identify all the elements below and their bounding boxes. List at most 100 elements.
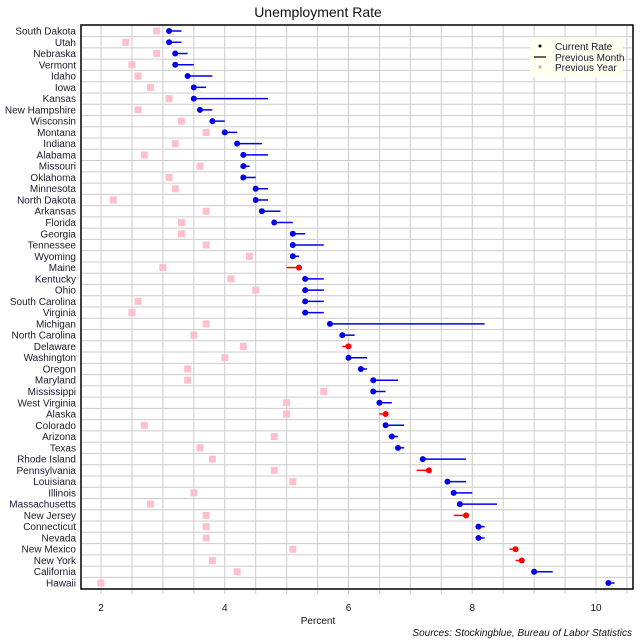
current-rate-dot	[456, 501, 463, 508]
state-label: Oklahoma	[30, 173, 76, 184]
state-label: Ohio	[55, 286, 77, 297]
previous-year-marker	[227, 275, 235, 283]
current-rate-dot	[240, 174, 247, 181]
previous-year-marker	[184, 376, 192, 384]
current-rate-dot	[370, 377, 377, 384]
previous-year-marker	[190, 489, 198, 497]
current-rate-dot	[326, 320, 333, 327]
state-label: Mississippi	[28, 387, 76, 398]
state-label: Texas	[50, 443, 76, 454]
state-label: New Mexico	[22, 545, 77, 556]
previous-year-marker	[202, 241, 210, 249]
previous-year-marker	[159, 264, 167, 272]
state-label: South Dakota	[15, 27, 76, 38]
previous-year-marker	[147, 83, 154, 91]
previous-year-marker	[202, 320, 210, 328]
current-rate-dot	[302, 275, 309, 282]
state-label: Louisiana	[33, 477, 76, 488]
state-label: Iowa	[55, 83, 77, 94]
current-rate-dot	[475, 523, 482, 530]
grid	[81, 25, 633, 589]
state-label: Nevada	[42, 533, 77, 544]
state-label: New Jersey	[24, 511, 76, 522]
current-rate-dot	[370, 388, 377, 395]
x-tick-label: 2	[98, 603, 104, 614]
state-label: Georgia	[40, 229, 76, 240]
state-label: Colorado	[35, 421, 76, 432]
state-label: Wyoming	[34, 252, 76, 263]
legend-previous-year-icon	[538, 65, 542, 69]
previous-year-marker	[208, 556, 216, 564]
previous-year-marker	[184, 365, 192, 373]
current-rate-dot	[240, 151, 247, 158]
state-label: South Carolina	[10, 297, 77, 308]
previous-year-marker	[196, 444, 204, 452]
previous-year-marker	[165, 173, 173, 181]
previous-year-marker	[221, 354, 229, 362]
state-label: Alaska	[46, 410, 76, 421]
x-tick-label: 4	[222, 603, 228, 614]
state-label: Alabama	[37, 150, 77, 161]
legend: Current Rate Previous Month Previous Yea…	[530, 37, 624, 77]
x-axis-ticks: 2 4 6 8 10	[98, 589, 628, 614]
current-rate-dot	[475, 534, 482, 541]
state-label: Idaho	[51, 72, 76, 83]
current-rate-dot	[376, 399, 383, 406]
x-axis-label: Percent	[301, 616, 336, 627]
current-rate-dot	[289, 230, 296, 237]
source-caption: Sources: Stockingblue, Bureau of Labor S…	[412, 628, 632, 639]
x-tick-label: 6	[346, 603, 352, 614]
current-rate-dot	[357, 365, 364, 372]
previous-year-marker	[165, 95, 173, 103]
state-labels: South DakotaUtahNebraskaVermontIdahoIowa…	[5, 27, 77, 590]
current-rate-dot	[252, 196, 259, 203]
state-label: North Dakota	[17, 195, 76, 206]
state-label: Maine	[49, 263, 77, 274]
current-rate-dot	[339, 332, 346, 339]
current-rate-dot	[289, 242, 296, 249]
previous-year-marker	[202, 534, 210, 542]
previous-year-marker	[147, 500, 154, 508]
state-label: New Hampshire	[5, 105, 77, 116]
current-rate-dot	[240, 163, 247, 170]
state-label: Missouri	[39, 162, 76, 173]
current-rate-dot	[345, 343, 352, 350]
previous-year-marker	[202, 511, 210, 519]
legend-current-rate-icon	[538, 44, 542, 48]
previous-year-marker	[289, 478, 297, 486]
previous-year-marker	[202, 207, 210, 215]
state-label: Arkansas	[34, 207, 76, 218]
state-label: Minnesota	[30, 184, 77, 195]
state-label: Oregon	[43, 364, 76, 375]
previous-year-marker	[283, 399, 291, 407]
state-label: Rhode Island	[17, 455, 76, 466]
state-label: Virginia	[43, 308, 77, 319]
previous-year-marker	[97, 579, 105, 587]
previous-year-marker	[171, 185, 179, 193]
current-rate-dot	[531, 568, 538, 575]
current-rate-dot	[190, 95, 197, 102]
current-rate-dot	[166, 39, 173, 46]
legend-current-rate-label: Current Rate	[555, 42, 613, 53]
previous-year-marker	[153, 50, 161, 58]
state-label: Arizona	[42, 432, 76, 443]
previous-year-marker	[177, 230, 185, 238]
state-label: West Virginia	[17, 398, 76, 409]
current-rate-dot	[197, 106, 203, 113]
state-label: Massachusetts	[9, 500, 76, 511]
state-label: Florida	[45, 218, 76, 229]
state-label: California	[34, 567, 77, 578]
previous-year-marker	[122, 38, 130, 46]
previous-year-marker	[283, 410, 291, 418]
current-rate-dot	[252, 185, 259, 192]
current-rate-dot	[302, 287, 309, 294]
previous-year-marker	[252, 286, 260, 294]
current-rate-dot	[271, 219, 278, 226]
previous-year-marker	[196, 162, 204, 170]
x-tick-label: 10	[590, 603, 602, 614]
state-label: Tennessee	[28, 241, 77, 252]
previous-year-marker	[320, 387, 328, 395]
state-label: Michigan	[36, 319, 76, 330]
previous-year-marker	[270, 433, 278, 441]
current-rate-dot	[184, 73, 191, 80]
